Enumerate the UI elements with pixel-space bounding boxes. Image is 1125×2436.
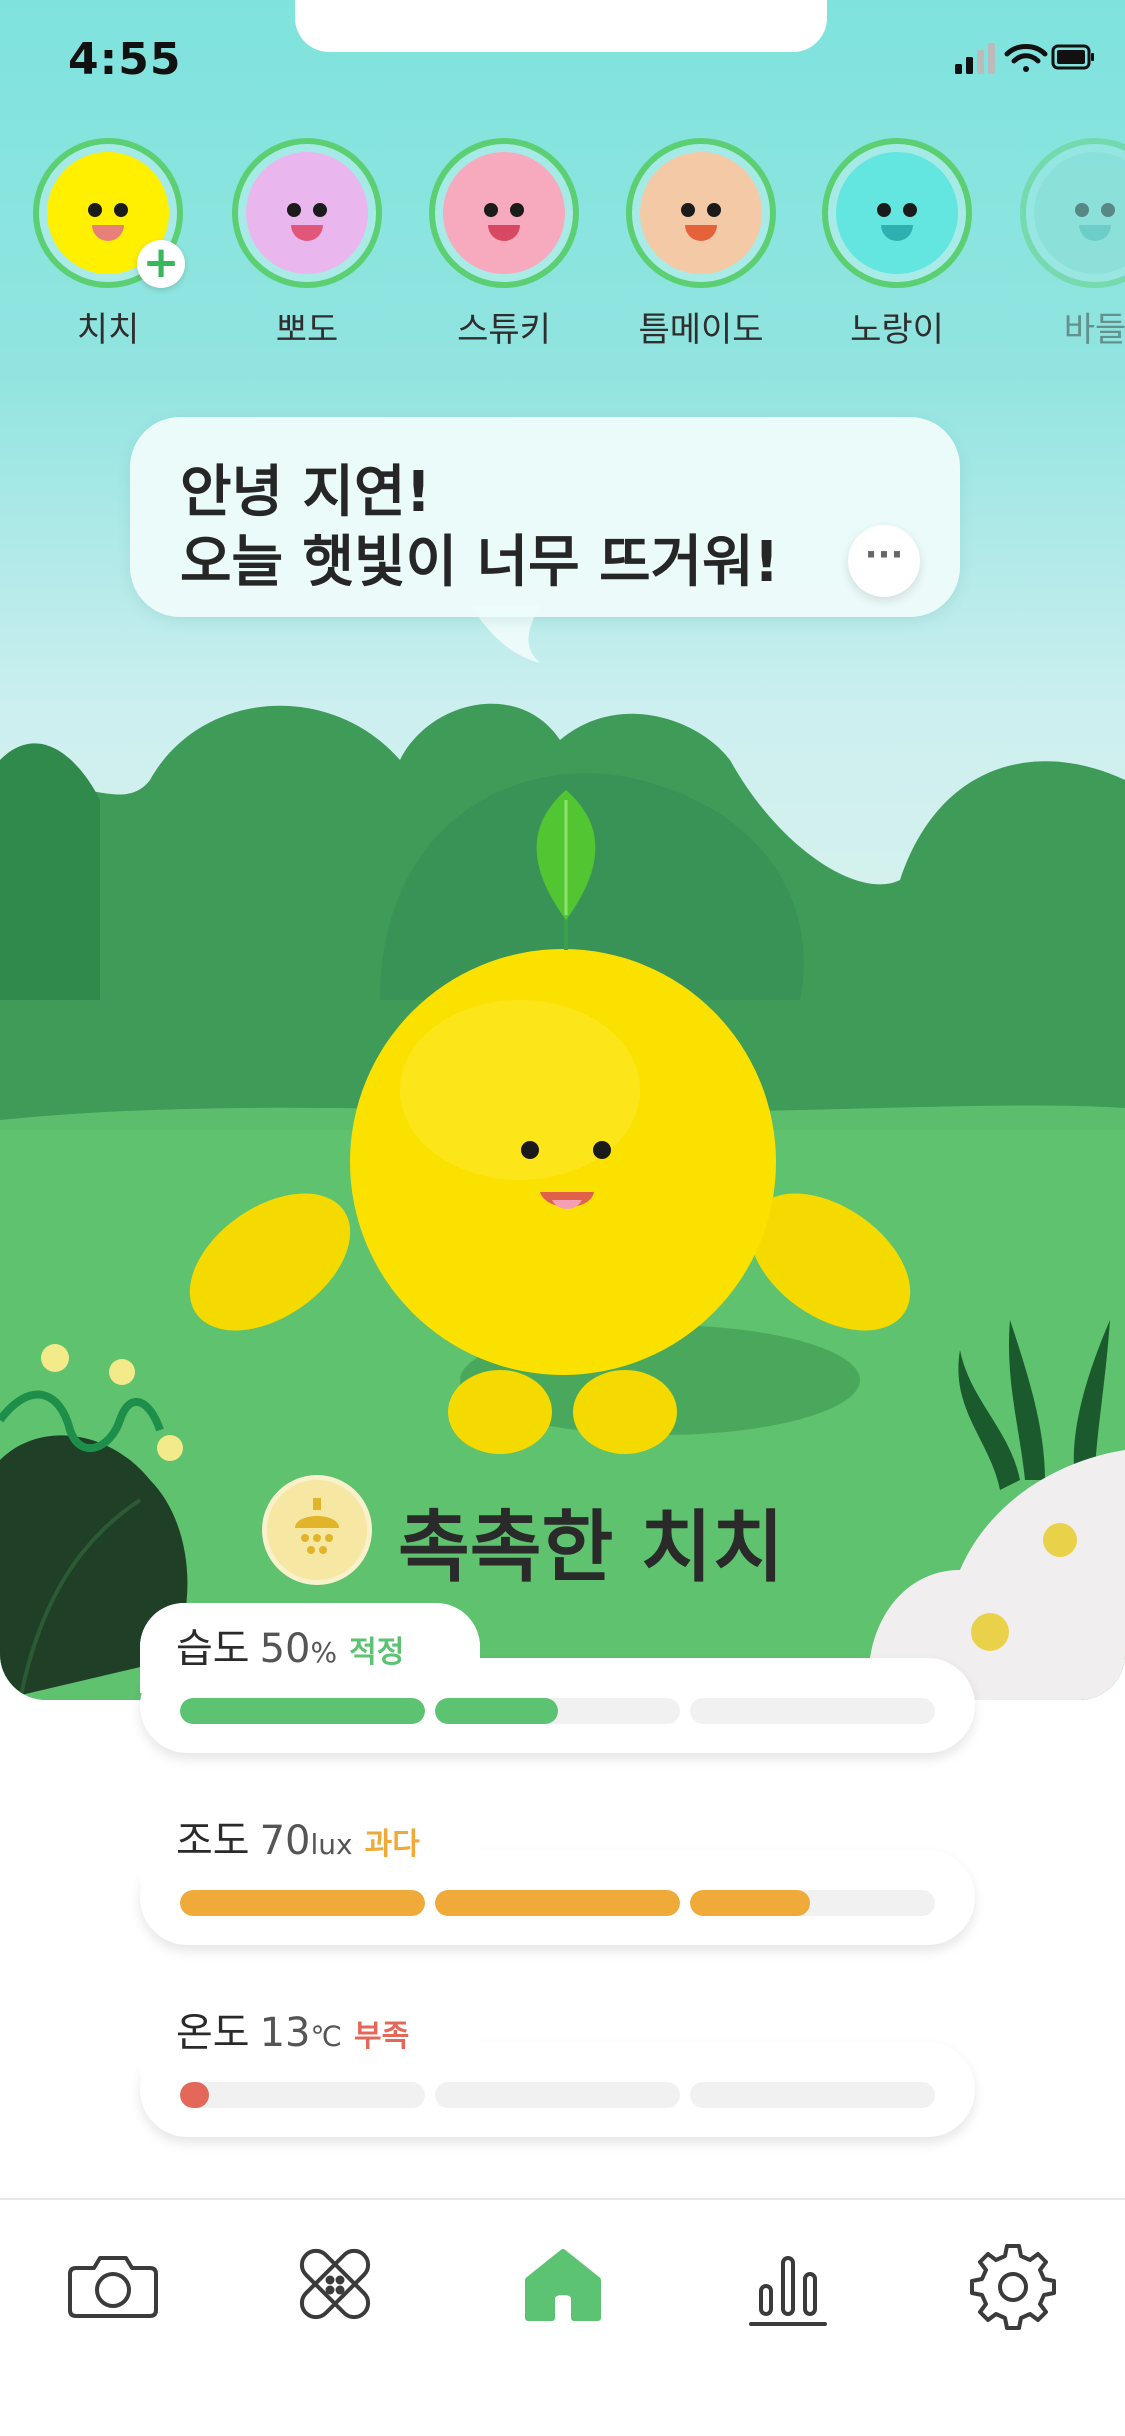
metric-label: 습도 [176,1626,250,1672]
character-name: 바들 [1063,310,1125,350]
character-item[interactable]: + 치치 [13,138,203,351]
character-item[interactable]: 노랑이 [802,138,992,351]
avatar-face [443,152,565,274]
more-button[interactable]: ··· [848,525,920,597]
metric-header: 조도 70lux 과다 [176,1808,420,1866]
character-name: 노랑이 [850,310,944,350]
character-name: 스튜키 [457,310,551,350]
metric-level-bar [180,2082,940,2108]
level-segment [180,1890,425,1916]
home-icon [525,2249,601,2321]
level-segment [690,2082,935,2108]
metric-level-bar [180,1698,940,1724]
tab-stats[interactable] [733,2228,843,2338]
speech-bubble: 안녕 지연! 오늘 햇빛이 너무 뜨거워! ··· [130,417,960,617]
metric-status-badge: 적정 [349,1635,405,1670]
character-name: 치치 [76,310,140,350]
tab-bar [0,2198,1125,2436]
notch [295,0,827,52]
level-segment [180,2082,425,2108]
character-item[interactable]: 스튜키 [409,138,599,351]
character-list: + 치치 뽀도 스튜키 틈메이도 노랑이 바들 [0,138,1125,358]
character-item[interactable]: 틈메이도 [606,138,796,351]
metric-value: 13 [259,2010,311,2056]
level-fill [180,1890,425,1916]
level-segment [690,1698,935,1724]
speech-line-2: 오늘 햇빛이 너무 뜨거워! [180,530,780,595]
tab-settings[interactable] [958,2228,1068,2338]
level-segment [435,1890,680,1916]
level-segment [690,1890,935,1916]
metric-header: 온도 13℃ 부족 [176,2000,409,2058]
level-segment [435,2082,680,2108]
tab-care[interactable] [280,2228,390,2338]
metric-label: 조도 [176,1818,250,1864]
level-segment [180,1698,425,1724]
garden-scene: 4:55 + 치치 뽀도 스튜키 틈메이도 노랑이 바들 안녕 지연! 오늘 햇… [0,0,1125,1700]
bar-chart-icon [749,2256,827,2326]
cellular-signal-icon [955,43,995,74]
metric-level-bar [180,1890,940,1916]
tab-camera[interactable] [58,2228,168,2338]
app-screen: 4:55 + 치치 뽀도 스튜키 틈메이도 노랑이 바들 안녕 지연! 오늘 햇… [0,0,1125,2436]
level-fill [435,1698,558,1724]
avatar [822,138,972,288]
metric-status-badge: 과다 [364,1827,420,1862]
metric-card[interactable]: 습도 50% 적정 [140,1603,975,1753]
metric-label: 온도 [176,2010,250,2056]
level-fill [180,2082,210,2108]
add-character-icon[interactable]: + [137,240,185,288]
avatar-face [836,152,958,274]
metric-card[interactable]: 조도 70lux 과다 [140,1795,975,1945]
metric-status-badge: 부족 [353,2019,410,2054]
shower-icon [262,1475,372,1585]
character-item[interactable]: 바들 [1000,138,1125,351]
plant-status-title: 촉촉한 치치 [398,1503,784,1593]
gear-icon [970,2244,1056,2330]
metric-unit: ℃ [310,2020,342,2053]
avatar: + [33,138,185,288]
character-name: 틈메이도 [638,310,764,350]
metric-value: 70 [259,1818,311,1864]
metric-card[interactable]: 온도 13℃ 부족 [140,1987,975,2137]
avatar [626,138,776,288]
avatar [429,138,579,288]
avatar [1020,138,1125,288]
bandage-icon [299,2248,371,2320]
camera-icon [68,2256,158,2318]
battery-icon [1051,44,1094,70]
status-time: 4:55 [68,34,182,85]
character-item[interactable]: 뽀도 [212,138,402,351]
speech-line-1: 안녕 지연! [180,460,432,525]
metric-unit: % [310,1636,338,1669]
avatar-face [640,152,762,274]
level-fill [180,1698,425,1724]
tab-home[interactable] [508,2228,618,2338]
level-segment [435,1698,680,1724]
avatar-face [246,152,368,274]
metric-header: 습도 50% 적정 [176,1616,404,1674]
avatar-face [1034,152,1125,274]
wifi-icon [1004,44,1048,72]
level-fill [690,1890,811,1916]
status-icons [955,43,1094,74]
character-name: 뽀도 [275,310,339,350]
metric-value: 50 [259,1626,311,1672]
metric-unit: lux [310,1828,353,1861]
level-fill [435,1890,680,1916]
avatar [232,138,382,288]
